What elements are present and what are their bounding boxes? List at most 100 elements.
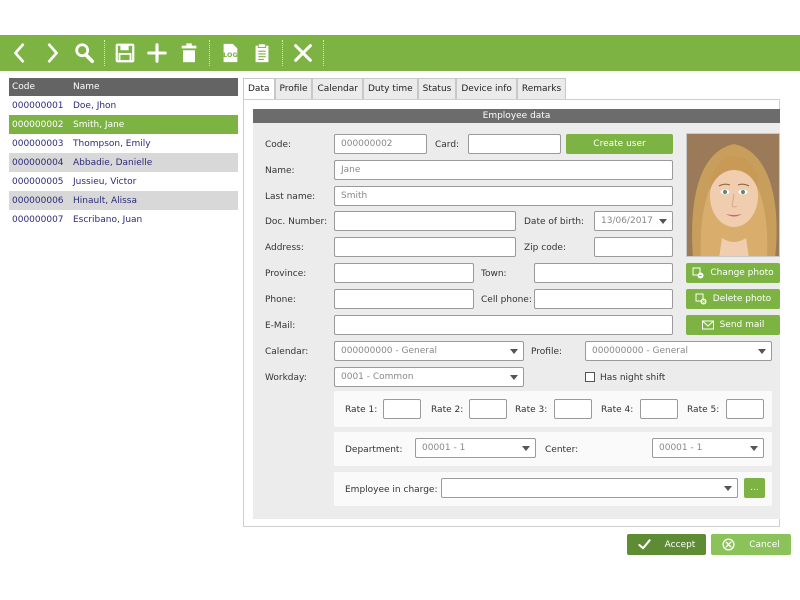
- cancel-label: Cancel: [749, 539, 780, 550]
- tab-data[interactable]: Data: [243, 78, 275, 99]
- tab-bar: Data Profile Calendar Duty time Status D…: [243, 78, 567, 99]
- department-select[interactable]: 00001 - 1: [415, 438, 536, 458]
- rate-2-field[interactable]: [469, 399, 507, 419]
- code-label: Code:: [265, 140, 292, 150]
- tab-remarks[interactable]: Remarks: [516, 78, 567, 99]
- cancel-button[interactable]: Cancel: [711, 534, 791, 555]
- name-field[interactable]: Jane: [334, 160, 673, 180]
- rate-3-field[interactable]: [554, 399, 592, 419]
- center-select[interactable]: 00001 - 1: [652, 438, 764, 458]
- zip-field[interactable]: [594, 237, 673, 257]
- employee-code: 000000003: [12, 138, 64, 149]
- close-icon: [294, 44, 312, 62]
- tab-profile[interactable]: Profile: [274, 78, 313, 99]
- center-label: Center:: [545, 445, 579, 455]
- employee-list: Code Name 000000001 Doe, Jhon 000000002 …: [9, 78, 238, 229]
- profile-select[interactable]: 000000000 - General: [585, 341, 772, 361]
- employee-name: Jussieu, Victor: [73, 176, 137, 187]
- email-label: E-Mail:: [265, 321, 296, 331]
- table-row-selected[interactable]: 000000002 Smith, Jane: [9, 115, 238, 134]
- chevron-down-icon: [522, 446, 530, 451]
- night-shift-label: Has night shift: [600, 373, 666, 383]
- employee-code: 000000005: [12, 176, 64, 187]
- close-button[interactable]: [287, 37, 319, 69]
- add-button[interactable]: [141, 37, 173, 69]
- tab-device-info[interactable]: Device info: [456, 78, 517, 99]
- province-field[interactable]: [334, 263, 474, 283]
- in-charge-select[interactable]: [441, 478, 738, 498]
- tab-duty-time[interactable]: Duty time: [362, 78, 418, 99]
- tab-calendar[interactable]: Calendar: [312, 78, 363, 99]
- table-row[interactable]: 000000004 Abbadie, Danielle: [9, 153, 238, 172]
- zip-label: Zip code:: [524, 243, 566, 253]
- save-button[interactable]: [109, 37, 141, 69]
- send-mail-button[interactable]: Send mail: [686, 315, 780, 335]
- rate-5-label: Rate 5:: [687, 405, 720, 415]
- browse-employee-button[interactable]: ...: [744, 478, 765, 498]
- employee-in-charge-section: Employee in charge: ...: [334, 472, 772, 506]
- employee-photo: [686, 133, 780, 257]
- send-mail-label: Send mail: [719, 320, 765, 330]
- table-row[interactable]: 000000005 Jussieu, Victor: [9, 172, 238, 191]
- employee-name: Doe, Jhon: [73, 100, 117, 111]
- search-icon: [75, 43, 95, 64]
- lastname-field[interactable]: Smith: [334, 186, 673, 206]
- tab-status[interactable]: Status: [417, 78, 457, 99]
- column-header-name[interactable]: Name: [70, 82, 100, 92]
- doc-number-field[interactable]: [334, 211, 516, 231]
- employee-name: Smith, Jane: [73, 119, 125, 130]
- employee-code: 000000007: [12, 214, 64, 225]
- rate-5-field[interactable]: [726, 399, 764, 419]
- column-header-code[interactable]: Code: [9, 82, 70, 92]
- rate-4-field[interactable]: [640, 399, 678, 419]
- log-button[interactable]: LOG: [214, 37, 246, 69]
- rate-1-field[interactable]: [383, 399, 421, 419]
- center-value: 00001 - 1: [659, 443, 703, 453]
- night-shift-checkbox[interactable]: [585, 372, 595, 382]
- create-user-button[interactable]: Create user: [566, 134, 673, 154]
- phone-label: Phone:: [265, 295, 296, 305]
- toolbar-separator: [323, 40, 324, 66]
- cancel-icon: [722, 538, 735, 551]
- photo-delete-icon: [695, 293, 707, 305]
- in-charge-label: Employee in charge:: [345, 485, 438, 495]
- town-label: Town:: [481, 269, 507, 279]
- code-field[interactable]: 000000002: [334, 134, 427, 154]
- card-field[interactable]: [468, 134, 561, 154]
- table-row[interactable]: 000000003 Thompson, Emily: [9, 134, 238, 153]
- town-field[interactable]: [534, 263, 673, 283]
- phone-field[interactable]: [334, 289, 474, 309]
- report-button[interactable]: [246, 37, 278, 69]
- dob-picker[interactable]: 13/06/2017: [594, 211, 673, 231]
- chevron-down-icon: [510, 349, 518, 354]
- change-photo-label: Change photo: [710, 268, 774, 278]
- address-field[interactable]: [334, 237, 516, 257]
- calendar-label: Calendar:: [265, 347, 309, 357]
- delete-button[interactable]: [173, 37, 205, 69]
- chevron-down-icon: [758, 349, 766, 354]
- change-photo-button[interactable]: Change photo: [686, 263, 780, 283]
- delete-icon: [181, 43, 197, 63]
- check-icon: [638, 539, 651, 550]
- search-button[interactable]: [68, 37, 100, 69]
- forward-button[interactable]: [36, 37, 68, 69]
- calendar-select[interactable]: 000000000 - General: [334, 341, 524, 361]
- lastname-label: Last name:: [265, 192, 316, 202]
- form-area: Employee data Code: 000000002 Card: Crea…: [253, 109, 780, 519]
- toolbar-separator: [104, 40, 105, 66]
- table-row[interactable]: 000000007 Escribano, Juan: [9, 210, 238, 229]
- email-field[interactable]: [334, 315, 673, 335]
- photo-edit-icon: [692, 267, 704, 279]
- address-label: Address:: [265, 243, 304, 253]
- workday-select[interactable]: 0001 - Common: [334, 367, 524, 387]
- table-row[interactable]: 000000006 Hinault, Alissa: [9, 191, 238, 210]
- toolbar-separator: [282, 40, 283, 66]
- delete-photo-button[interactable]: Delete photo: [686, 289, 780, 309]
- cell-phone-field[interactable]: [534, 289, 673, 309]
- toolbar-separator: [209, 40, 210, 66]
- employee-code: 000000006: [12, 195, 64, 206]
- province-label: Province:: [265, 269, 307, 279]
- back-button[interactable]: [4, 37, 36, 69]
- accept-button[interactable]: Accept: [627, 534, 706, 555]
- table-row[interactable]: 000000001 Doe, Jhon: [9, 96, 238, 115]
